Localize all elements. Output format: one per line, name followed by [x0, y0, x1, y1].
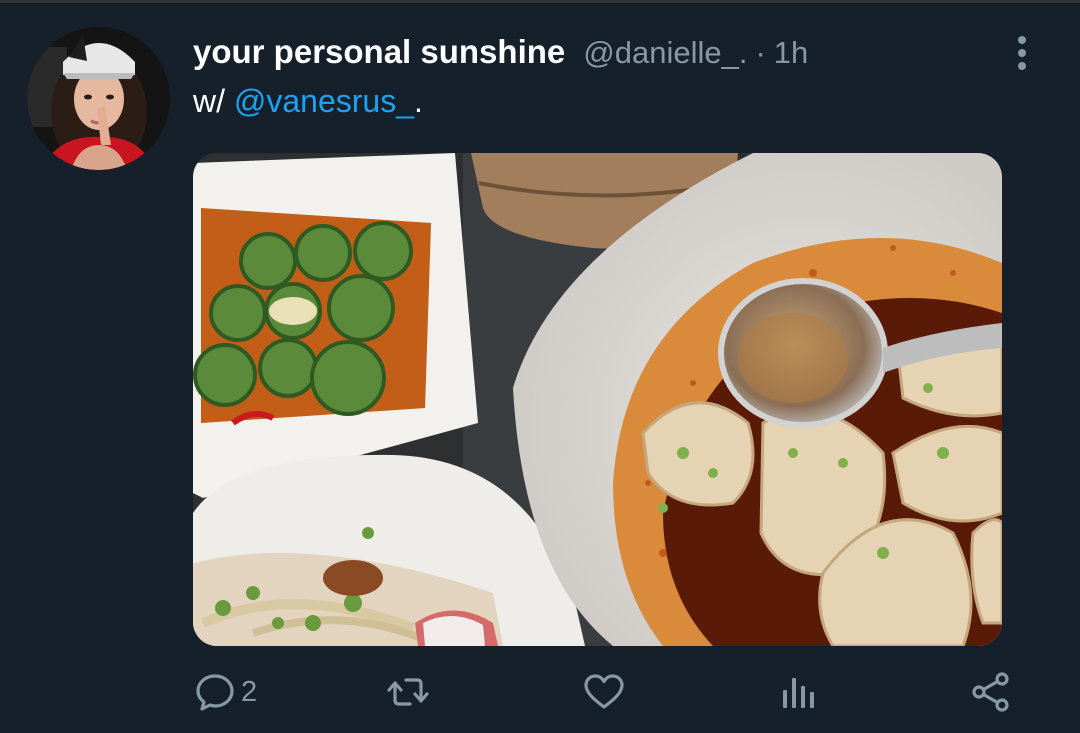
reply-count: 2: [241, 675, 258, 708]
timestamp[interactable]: 1h: [774, 35, 808, 71]
tweet-text-prefix: w/: [193, 83, 234, 119]
tweet-actions: 2: [193, 667, 1023, 717]
retweet-icon: [387, 678, 429, 706]
tweet-text-suffix: .: [414, 83, 423, 119]
share-icon: [972, 672, 1009, 712]
analytics-icon: [783, 678, 814, 708]
more-vertical-icon[interactable]: [1008, 33, 1036, 73]
avatar-image: [27, 27, 170, 170]
display-name[interactable]: your personal sunshine: [193, 33, 565, 71]
avatar[interactable]: [27, 27, 170, 170]
heart-icon: [584, 674, 624, 709]
tweet-media-image[interactable]: [193, 153, 1002, 646]
retweet-button[interactable]: [386, 667, 434, 717]
reply-button[interactable]: 2: [193, 667, 257, 717]
tweet-card[interactable]: your personal sunshine @danielle_. · 1h …: [0, 0, 1080, 733]
tweet-header: your personal sunshine @danielle_. · 1h: [193, 33, 808, 71]
mention-link[interactable]: @vanesrus_: [234, 83, 414, 119]
comment-icon: [196, 674, 234, 711]
user-handle[interactable]: @danielle_.: [583, 35, 747, 71]
food-photo: [193, 153, 1002, 646]
separator: ·: [755, 35, 766, 70]
tweet-text: w/ @vanesrus_.: [193, 83, 423, 120]
share-button[interactable]: [969, 667, 1013, 717]
analytics-button[interactable]: [776, 667, 820, 717]
like-button[interactable]: [582, 667, 630, 717]
